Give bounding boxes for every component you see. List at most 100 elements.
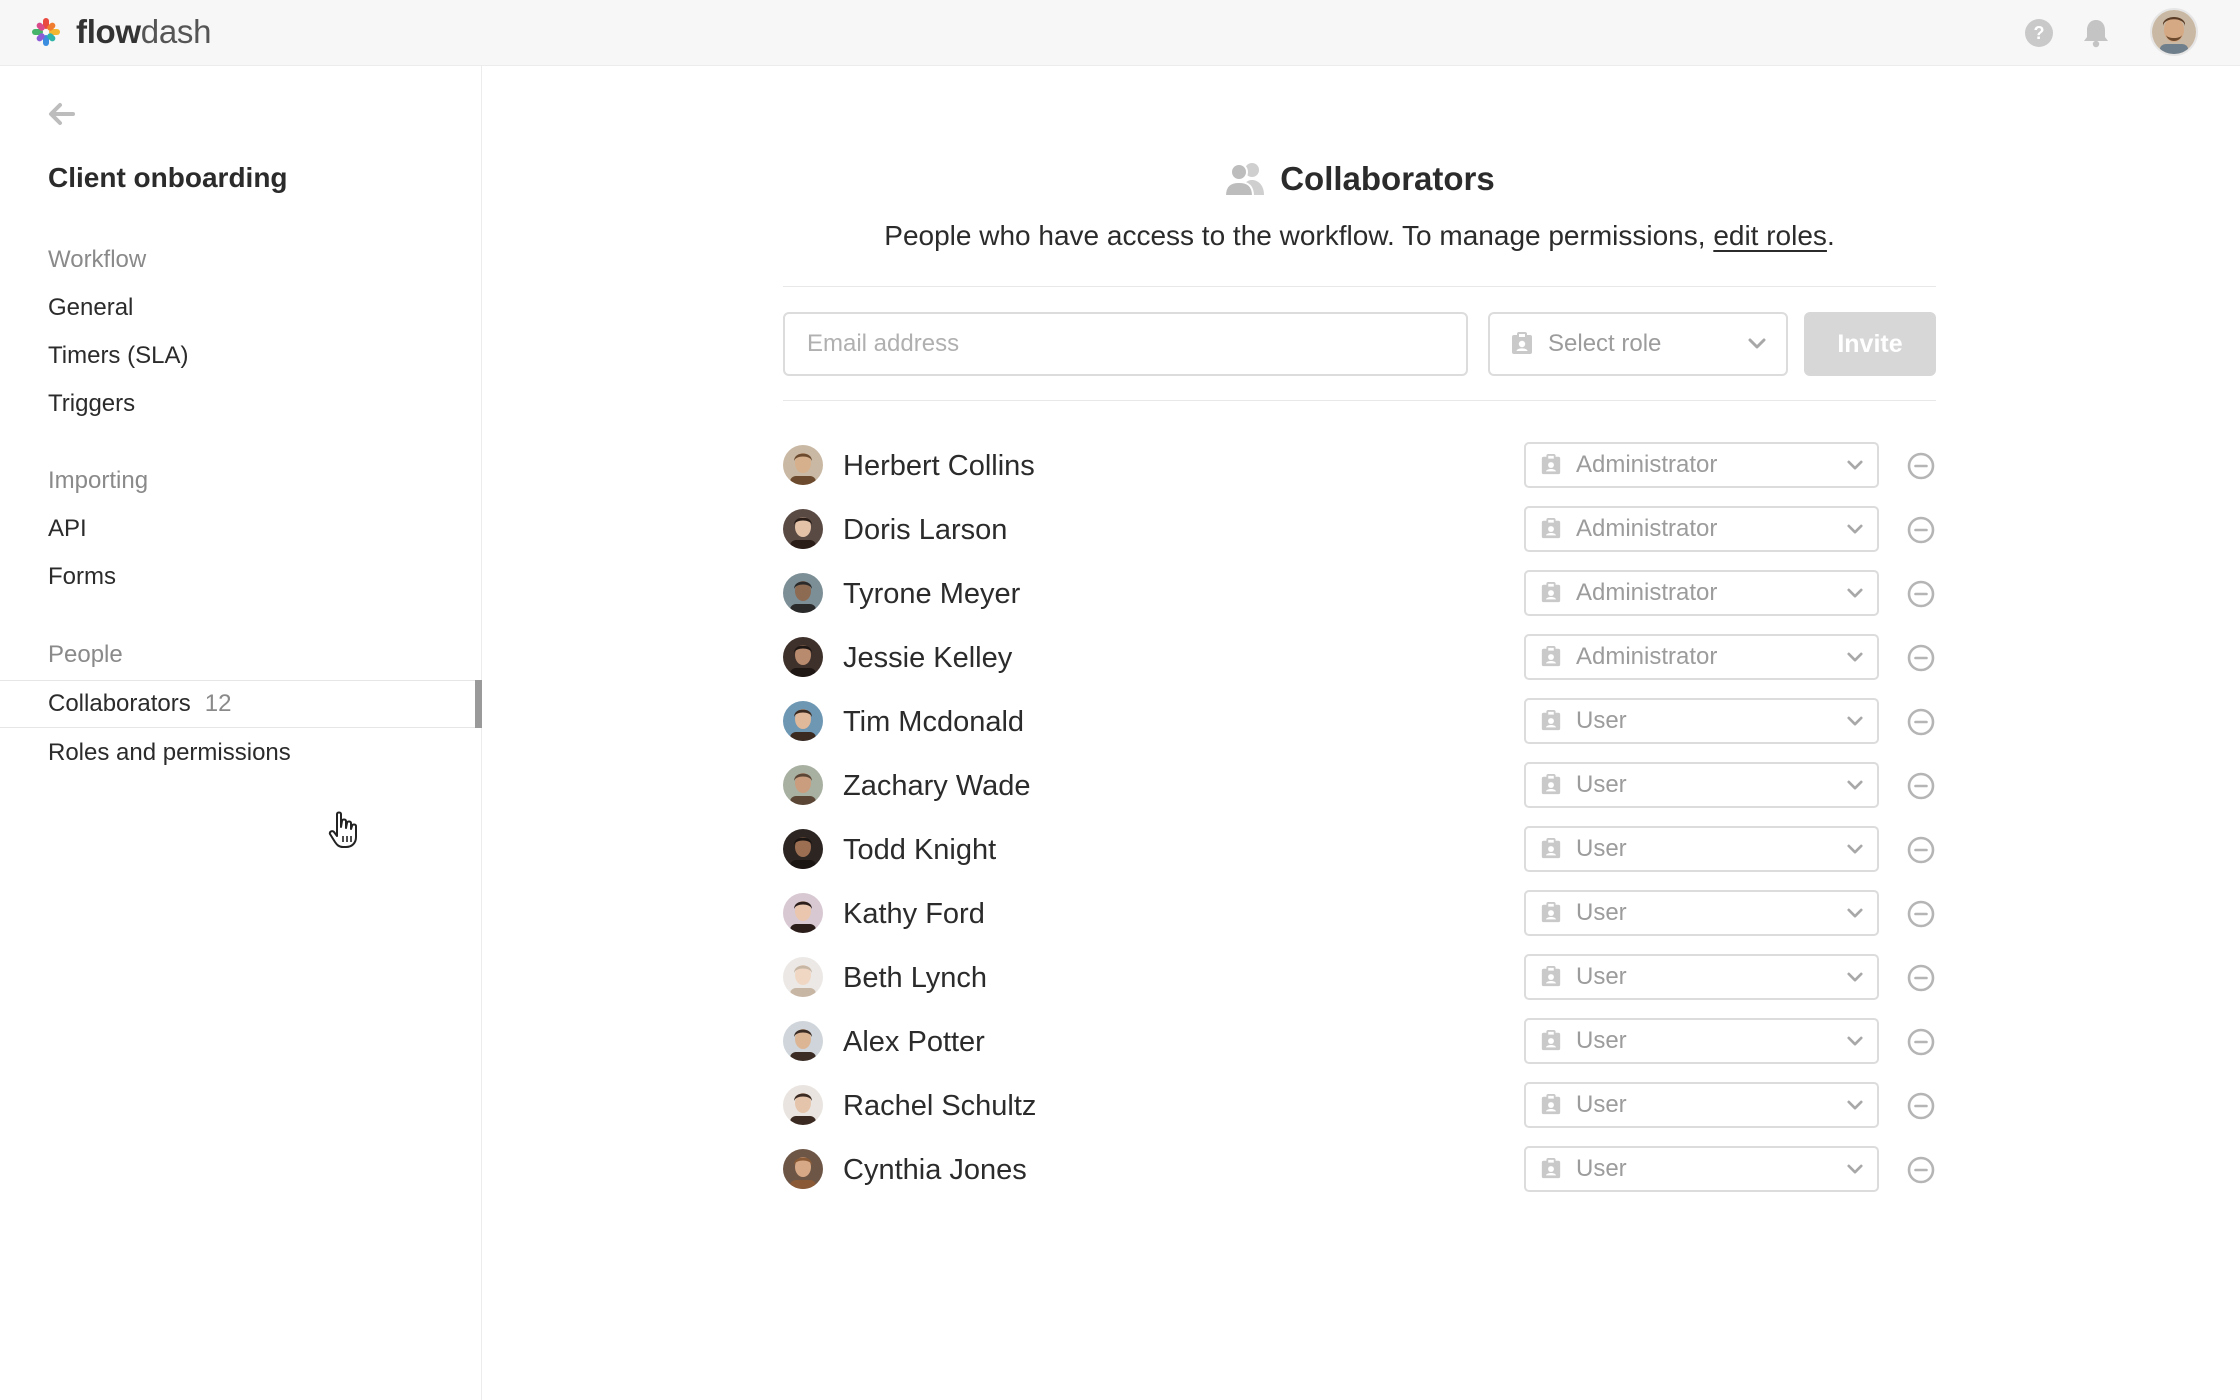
role-value: Administrator [1576, 451, 1718, 478]
sidebar-item-general[interactable]: General [48, 294, 133, 322]
avatar[interactable] [783, 637, 823, 677]
invite-button[interactable]: Invite [1804, 312, 1936, 376]
collaborator-row: Rachel Schultz User [783, 1082, 1936, 1130]
avatar[interactable] [783, 445, 823, 485]
avatar[interactable] [783, 1149, 823, 1189]
remove-collaborator-button[interactable] [1907, 900, 1935, 928]
sidebar-item-api[interactable]: API [48, 515, 87, 543]
id-badge-icon [1541, 774, 1561, 795]
minus-circle-icon [1907, 516, 1935, 544]
sidebar-item-triggers[interactable]: Triggers [48, 390, 135, 418]
user-avatar[interactable] [2150, 8, 2198, 56]
role-dropdown[interactable]: User [1524, 1018, 1879, 1064]
role-dropdown[interactable]: User [1524, 1146, 1879, 1192]
top-bar: flowdash ? [0, 0, 2240, 66]
remove-collaborator-button[interactable] [1907, 452, 1935, 480]
role-dropdown[interactable]: User [1524, 762, 1879, 808]
section-label-importing: Importing [48, 467, 149, 494]
chevron-down-icon [1847, 844, 1863, 853]
collaborator-name: Kathy Ford [843, 898, 985, 930]
remove-collaborator-button[interactable] [1907, 1156, 1935, 1184]
remove-collaborator-button[interactable] [1907, 580, 1935, 608]
role-dropdown[interactable]: User [1524, 698, 1879, 744]
role-value: Administrator [1576, 579, 1718, 606]
sidebar-item-collaborators[interactable]: Collaborators 12 [0, 680, 482, 728]
avatar[interactable] [783, 765, 823, 805]
back-button[interactable] [46, 98, 78, 130]
minus-circle-icon [1907, 1156, 1935, 1184]
avatar[interactable] [783, 893, 823, 933]
edit-roles-link[interactable]: edit roles [1713, 220, 1827, 251]
remove-collaborator-button[interactable] [1907, 708, 1935, 736]
chevron-down-icon [1847, 716, 1863, 725]
app-logo[interactable]: flowdash [30, 13, 212, 50]
id-badge-icon [1541, 646, 1561, 667]
active-indicator [475, 680, 482, 728]
sidebar-item-timers[interactable]: Timers (SLA) [48, 342, 188, 370]
remove-collaborator-button[interactable] [1907, 1028, 1935, 1056]
sidebar-item-roles-permissions[interactable]: Roles and permissions [48, 739, 291, 767]
minus-circle-icon [1907, 772, 1935, 800]
role-value: User [1576, 899, 1627, 926]
chevron-down-icon [1847, 972, 1863, 981]
flowdash-logo-icon [32, 18, 60, 46]
minus-circle-icon [1907, 964, 1935, 992]
role-value: Administrator [1576, 515, 1718, 542]
email-address-input[interactable] [783, 312, 1468, 376]
hand-cursor-icon [328, 811, 357, 848]
settings-sidebar: Client onboarding Workflow General Timer… [0, 66, 482, 1400]
role-value: User [1576, 1155, 1627, 1182]
notifications-bell-icon[interactable] [2080, 17, 2112, 49]
role-dropdown[interactable]: Administrator [1524, 634, 1879, 680]
collaborator-row: Kathy Ford User [783, 890, 1936, 938]
help-icon[interactable]: ? [2023, 17, 2055, 49]
role-dropdown[interactable]: Administrator [1524, 506, 1879, 552]
collaborator-name: Zachary Wade [843, 770, 1031, 802]
chevron-down-icon [1847, 524, 1863, 533]
role-dropdown[interactable]: User [1524, 826, 1879, 872]
collaborator-row: Alex Potter User [783, 1018, 1936, 1066]
chevron-down-icon [1847, 588, 1863, 597]
avatar[interactable] [783, 573, 823, 613]
chevron-down-icon [1847, 1164, 1863, 1173]
invite-divider [783, 400, 1936, 401]
workflow-title: Client onboarding [48, 162, 288, 193]
sidebar-item-label: Collaborators [48, 690, 191, 717]
minus-circle-icon [1907, 580, 1935, 608]
remove-collaborator-button[interactable] [1907, 836, 1935, 864]
minus-circle-icon [1907, 1092, 1935, 1120]
remove-collaborator-button[interactable] [1907, 964, 1935, 992]
remove-collaborator-button[interactable] [1907, 772, 1935, 800]
role-dropdown[interactable]: User [1524, 954, 1879, 1000]
remove-collaborator-button[interactable] [1907, 516, 1935, 544]
minus-circle-icon [1907, 452, 1935, 480]
avatar[interactable] [783, 701, 823, 741]
collaborator-row: Beth Lynch User [783, 954, 1936, 1002]
remove-collaborator-button[interactable] [1907, 644, 1935, 672]
role-dropdown[interactable]: User [1524, 1082, 1879, 1128]
role-dropdown[interactable]: User [1524, 890, 1879, 936]
users-icon [1224, 163, 1265, 197]
avatar[interactable] [783, 1021, 823, 1061]
collaborator-name: Tyrone Meyer [843, 578, 1021, 610]
id-badge-icon [1541, 1030, 1561, 1051]
avatar[interactable] [783, 1085, 823, 1125]
collaborator-row: Doris Larson Administrator [783, 506, 1936, 554]
collaborator-name: Rachel Schultz [843, 1090, 1037, 1122]
collaborator-row: Zachary Wade User [783, 762, 1936, 810]
id-badge-icon [1541, 1094, 1561, 1115]
avatar[interactable] [783, 829, 823, 869]
role-dropdown[interactable]: Administrator [1524, 442, 1879, 488]
sidebar-item-forms[interactable]: Forms [48, 563, 116, 591]
page-title: Collaborators [1280, 160, 1495, 197]
select-role-dropdown[interactable]: Select role [1488, 312, 1788, 376]
role-value: User [1576, 1027, 1627, 1054]
id-badge-icon [1541, 710, 1561, 731]
avatar[interactable] [783, 957, 823, 997]
avatar[interactable] [783, 509, 823, 549]
logo-text: flowdash [76, 13, 212, 50]
collaborator-row: Jessie Kelley Administrator [783, 634, 1936, 682]
remove-collaborator-button[interactable] [1907, 1092, 1935, 1120]
collaborator-row: Tim Mcdonald User [783, 698, 1936, 746]
role-dropdown[interactable]: Administrator [1524, 570, 1879, 616]
